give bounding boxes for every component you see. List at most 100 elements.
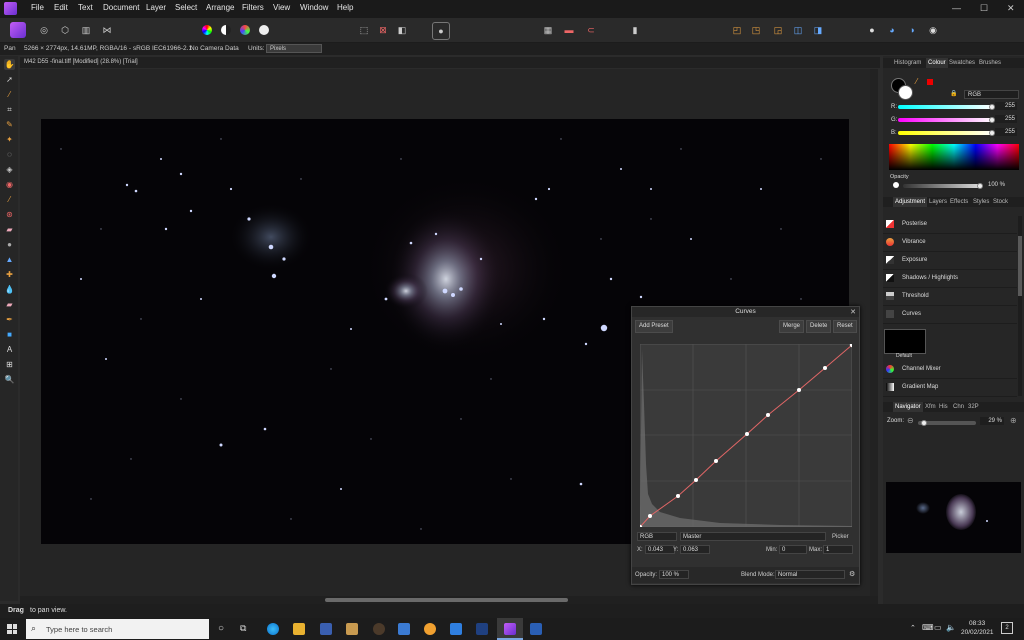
snapping-icon[interactable]: ▬	[561, 22, 577, 38]
menu-text[interactable]: Text	[78, 3, 93, 12]
paint-brush-icon[interactable]: ⁄	[4, 194, 15, 205]
reset-button[interactable]: Reset	[833, 320, 857, 333]
model-select[interactable]: RGB	[637, 532, 677, 541]
taskbar-search-box[interactable]: ⌕ Type here to search	[26, 619, 209, 639]
document-tab[interactable]: M42 D55 -final.tiff [Modified] (28.8%) […	[20, 57, 880, 68]
zoom-out-icon[interactable]: ⊖	[907, 416, 914, 425]
layer-link-icon[interactable]: ◕	[884, 22, 900, 38]
menu-view[interactable]: View	[273, 3, 290, 12]
curves-graph[interactable]	[640, 344, 852, 527]
adjustment-threshold[interactable]: Threshold	[883, 288, 1017, 306]
affinity-photo-taskbar-button[interactable]	[497, 618, 523, 640]
tab-layers[interactable]: Layers	[929, 199, 947, 205]
app-icon-4[interactable]	[424, 623, 436, 635]
opacity-slider-knob[interactable]	[977, 183, 983, 189]
r-value[interactable]: 255	[995, 102, 1017, 110]
marquee-tool-icon[interactable]: ◌	[4, 149, 15, 160]
app-icon-3[interactable]	[398, 623, 410, 635]
clock-time[interactable]: 08:33	[969, 620, 985, 627]
edge-icon[interactable]	[267, 623, 279, 635]
file-explorer-icon[interactable]	[293, 623, 305, 635]
battery-icon[interactable]: ▭	[934, 623, 942, 632]
distribute-icon[interactable]: ◨	[810, 22, 826, 38]
menu-window[interactable]: Window	[300, 3, 328, 12]
menu-edit[interactable]: Edit	[54, 3, 68, 12]
pen-tool-icon[interactable]: ✒	[4, 314, 15, 325]
deselect-icon[interactable]: ⊠	[375, 22, 391, 38]
minimize-button[interactable]: —	[952, 3, 961, 13]
volume-icon[interactable]: 🔈	[946, 623, 956, 632]
zoom-slider-knob[interactable]	[921, 420, 927, 426]
tab-swatches[interactable]: Swatches	[949, 60, 975, 66]
maximize-button[interactable]: ☐	[980, 3, 988, 14]
liquify-persona-icon[interactable]: ◎	[36, 22, 52, 38]
clone-tool-icon[interactable]: ▲	[4, 254, 15, 265]
app-icon-5[interactable]	[476, 623, 488, 635]
adjustment-vibrance[interactable]: Vibrance	[883, 234, 1017, 252]
pan-tool-icon[interactable]: ✋	[4, 59, 15, 70]
tab-navigator[interactable]: Navigator	[893, 402, 923, 412]
tab-effects[interactable]: Effects	[950, 199, 968, 205]
menu-help[interactable]: Help	[337, 3, 353, 12]
export-persona-icon[interactable]: ⋈	[99, 22, 115, 38]
menu-document[interactable]: Document	[103, 3, 139, 12]
opacity-reset-icon[interactable]	[893, 182, 899, 188]
channel-select[interactable]: Master	[680, 532, 826, 541]
invert-selection-icon[interactable]: ◧	[394, 22, 410, 38]
tab-channels[interactable]: Chn	[953, 404, 964, 410]
lock-icon[interactable]: 🔒	[950, 90, 957, 97]
app-logo-icon[interactable]	[4, 2, 17, 15]
color-wheel-icon[interactable]	[202, 25, 212, 35]
mail-icon[interactable]	[450, 623, 462, 635]
secondary-colour-swatch[interactable]	[898, 85, 913, 100]
close-button[interactable]: ✕	[1007, 3, 1015, 14]
tab-styles[interactable]: Styles	[973, 199, 989, 205]
adjustment-posterise[interactable]: Posterise	[883, 216, 1017, 234]
adjustment-gradient-map[interactable]: Gradient Map	[883, 379, 1017, 397]
curves-close-icon[interactable]: ✕	[850, 308, 856, 316]
colour-opacity-value[interactable]: 100 %	[988, 182, 1005, 188]
adjustment-channel-mixer[interactable]: Channel Mixer	[883, 361, 1017, 379]
navigator-preview[interactable]	[886, 482, 1021, 553]
quick-mask-icon[interactable]: ●	[432, 22, 450, 40]
b-value[interactable]: 255	[995, 128, 1017, 136]
b-slider[interactable]	[898, 131, 993, 135]
tab-history[interactable]: His	[939, 404, 948, 410]
menu-arrange[interactable]: Arrange	[206, 3, 234, 12]
r-slider[interactable]	[898, 105, 993, 109]
mesh-warp-icon[interactable]: ⊞	[4, 359, 15, 370]
tab-adjustment[interactable]: Adjustment	[893, 197, 928, 207]
settings-icon[interactable]: ◉	[925, 22, 941, 38]
quick-share-icon[interactable]: ●	[864, 22, 880, 38]
delete-button[interactable]: Delete	[806, 320, 832, 333]
max-field[interactable]: 1	[823, 545, 853, 554]
flood-select-icon[interactable]: ✦	[4, 134, 15, 145]
assistant-icon[interactable]: ▮	[627, 22, 643, 38]
transparent-swatch[interactable]	[927, 79, 933, 85]
horizontal-scrollbar[interactable]	[20, 596, 878, 604]
menu-filters[interactable]: Filters	[242, 3, 264, 12]
windows-start-icon[interactable]	[7, 624, 17, 634]
adjustment-curves[interactable]: Curves	[883, 306, 1017, 324]
cortana-icon[interactable]: ○	[218, 623, 224, 634]
zoom-tool-icon[interactable]: 🔍	[4, 374, 15, 385]
adjustment-scrollbar[interactable]	[1018, 216, 1022, 396]
notifications-icon[interactable]: 2	[1001, 622, 1013, 634]
opacity-slider[interactable]	[903, 184, 981, 188]
dodge-tool-icon[interactable]: ●	[4, 239, 15, 250]
clock-date[interactable]: 20/02/2021	[961, 629, 994, 636]
contrast-icon[interactable]	[221, 25, 231, 35]
units-select[interactable]: Pixels	[266, 44, 322, 53]
picker-button[interactable]: Picker	[832, 534, 849, 540]
erase-brush-icon[interactable]: ▰	[4, 224, 15, 235]
tab-transform[interactable]: Xfm	[925, 404, 936, 410]
tab-brushes[interactable]: Brushes	[979, 60, 1001, 66]
white-balance-icon[interactable]	[259, 25, 269, 35]
y-field[interactable]: 0.063	[680, 545, 710, 554]
arrange-front-icon[interactable]: ◲	[770, 22, 786, 38]
zoom-in-icon[interactable]: ⊕	[1010, 416, 1017, 425]
shape-tool-icon[interactable]: ■	[4, 329, 15, 340]
layer-stack-icon[interactable]: ◑	[904, 22, 920, 38]
menu-file[interactable]: File	[31, 3, 44, 12]
tab-histogram[interactable]: Histogram	[894, 60, 921, 66]
